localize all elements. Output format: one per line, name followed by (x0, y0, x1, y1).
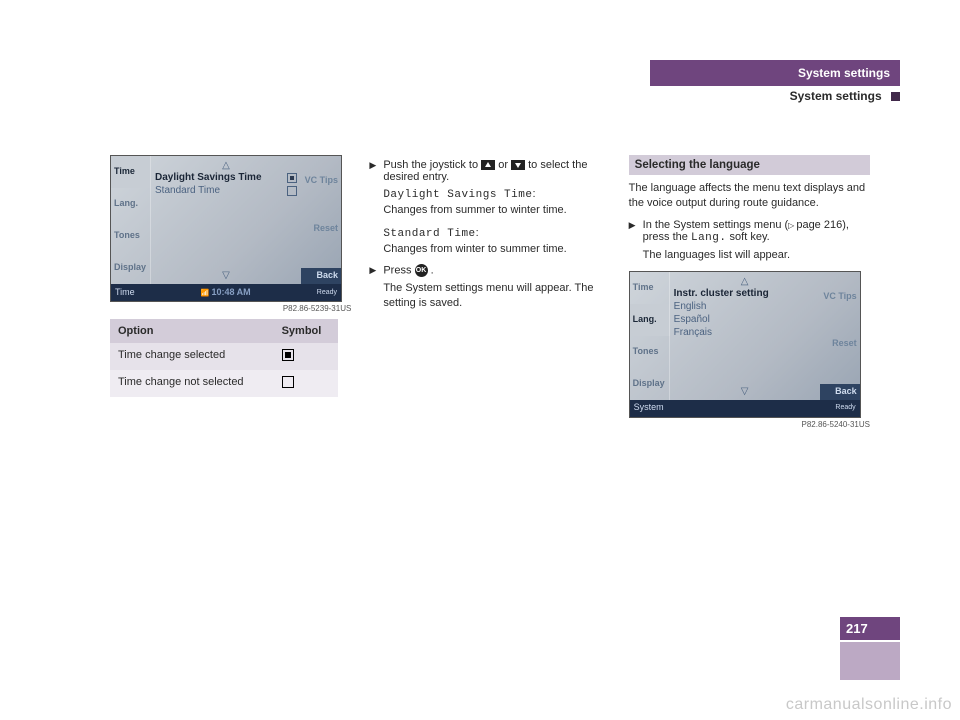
softkey-back: Back (301, 268, 341, 284)
column-3: Selecting the language The language affe… (629, 155, 870, 435)
softkey-tones: Tones (630, 336, 670, 368)
page-number-shadow (840, 642, 900, 680)
arrow-down-icon: ▽ (672, 386, 818, 397)
figure-2-caption: P82.86-5240-31US (629, 420, 870, 429)
option-symbol-table: Option Symbol Time change selected Time … (110, 319, 338, 397)
text-frag: or (498, 159, 511, 171)
text-frag: Push the joystick to (383, 159, 481, 171)
device2-left-softkeys: Time Lang. Tones Display (630, 272, 670, 400)
page-number: 217 (840, 617, 900, 640)
arrow-up-icon: △ (153, 160, 299, 171)
text-frag: soft key. (726, 231, 769, 243)
device1-footer-label: Time (115, 288, 135, 298)
device2-lang-es: Español (672, 313, 818, 326)
page-header: System settings System settings (650, 60, 900, 103)
para-result: The System settings menu will appear. Th… (383, 281, 610, 311)
radio-selected-icon (287, 173, 297, 183)
cell-symbol-open (274, 370, 338, 397)
softkey-time: Time (111, 156, 151, 188)
step-bullet-icon (369, 159, 383, 183)
text-pageref: page 216 (796, 219, 842, 231)
th-symbol: Symbol (274, 319, 338, 343)
device1-ready: Ready (317, 289, 337, 297)
device1-middle: △ Daylight Savings Time Standard Time ▽ (153, 160, 299, 281)
radio-unselected-icon (287, 186, 297, 196)
table-row: Time change not selected (110, 370, 338, 397)
device1-left-softkeys: Time Lang. Tones Display (111, 156, 151, 284)
table-header-row: Option Symbol (110, 319, 338, 343)
softkey-display: Display (111, 252, 151, 284)
text-frag: . (431, 265, 434, 277)
cell-option-not-selected: Time change not selected (110, 370, 274, 397)
cell-symbol-filled (274, 343, 338, 370)
softkey-lang: Lang. (630, 304, 670, 336)
para-std: Standard Time: Changes from winter to su… (383, 226, 610, 257)
device2-lang-en: English (672, 300, 818, 313)
figure-2-device: Time Lang. Tones Display △ Instr. cluste… (629, 271, 861, 418)
joystick-up-icon (481, 160, 495, 170)
text-std-desc: Changes from winter to summer time. (383, 243, 566, 255)
figure-1-caption: P82.86-5239-31US (110, 304, 351, 313)
table-row: Time change selected (110, 343, 338, 370)
ok-button-icon: OK (415, 264, 428, 277)
softkey-tones: Tones (111, 220, 151, 252)
device2-right-softkeys: VC Tips Reset Back (820, 289, 860, 400)
softkey-time: Time (630, 272, 670, 304)
section-heading-language: Selecting the language (629, 155, 870, 175)
mono-lang: Lang. (691, 232, 727, 244)
content-columns: Time Lang. Tones Display △ Daylight Savi… (110, 155, 870, 435)
device2-title: Instr. cluster setting (672, 287, 818, 300)
step-text: In the System settings menu (page 216), … (643, 219, 870, 244)
mono-std: Standard Time (383, 228, 475, 240)
para-lang-result: The languages list will appear. (643, 248, 870, 263)
text-frag: In the System settings menu ( (643, 219, 789, 231)
device1-dst-label: Daylight Savings Time (155, 172, 262, 183)
device1-std-label: Standard Time (155, 185, 220, 196)
device2-lang-fr: Français (672, 326, 818, 339)
figure-1-device: Time Lang. Tones Display △ Daylight Savi… (110, 155, 342, 302)
symbol-open-circle-icon (282, 376, 294, 388)
softkey-lang: Lang. (111, 188, 151, 220)
device1-option-std: Standard Time (153, 184, 299, 197)
text-dst-desc: Changes from summer to winter time. (383, 204, 566, 216)
device1-footer: Time 10:48 AM Ready (111, 284, 341, 301)
symbol-filled-circle-icon (282, 349, 294, 361)
softkey-reset: Reset (301, 221, 341, 237)
device2-ready: Ready (835, 404, 855, 412)
column-2: Push the joystick to or to select the de… (369, 155, 610, 435)
softkey-reset: Reset (820, 336, 860, 352)
header-bar: System settings (650, 60, 900, 86)
step-text: Push the joystick to or to select the de… (383, 159, 610, 183)
header-dot-icon (891, 92, 900, 101)
arrow-down-icon: ▽ (153, 270, 299, 281)
mono-dst: Daylight Savings Time (383, 189, 532, 201)
arrow-up-icon: △ (672, 276, 818, 287)
joystick-down-icon (511, 160, 525, 170)
para-dst: Daylight Savings Time: Changes from summ… (383, 187, 610, 218)
column-1: Time Lang. Tones Display △ Daylight Savi… (110, 155, 351, 435)
step-text: Press OK . (383, 264, 433, 277)
para-lang-intro: The language affects the menu text displ… (629, 181, 870, 211)
softkey-display: Display (630, 368, 670, 400)
softkey-vctips: VC Tips (820, 289, 860, 305)
step-press-ok: Press OK . (369, 264, 610, 277)
device2-footer-label: System (634, 403, 664, 413)
watermark: carmanualsonline.info (786, 696, 952, 714)
step-press-lang: In the System settings menu (page 216), … (629, 219, 870, 244)
device1-clock: 10:48 AM (201, 288, 251, 298)
device1-right-softkeys: VC Tips Reset Back (301, 173, 341, 284)
th-option: Option (110, 319, 274, 343)
device1-option-dst: Daylight Savings Time (153, 171, 299, 184)
cell-option-selected: Time change selected (110, 343, 274, 370)
header-subtitle: System settings (790, 89, 882, 103)
device2-footer: System Ready (630, 400, 860, 417)
step-bullet-icon (369, 264, 383, 277)
step-push-joystick: Push the joystick to or to select the de… (369, 159, 610, 183)
softkey-back: Back (820, 384, 860, 400)
step-bullet-icon (629, 219, 643, 244)
header-subtitle-row: System settings (650, 86, 900, 103)
device2-middle: △ Instr. cluster setting English Español… (672, 276, 818, 397)
text-frag: Press (383, 265, 414, 277)
softkey-vctips: VC Tips (301, 173, 341, 189)
